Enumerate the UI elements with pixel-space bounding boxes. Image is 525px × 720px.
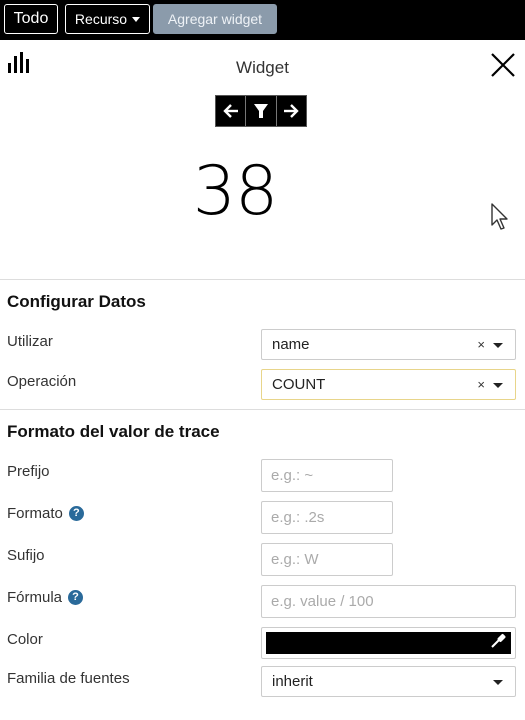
all-button-label: Todo [13,10,49,27]
font-family-value: inherit [272,673,313,690]
format-input[interactable] [261,501,393,534]
format-label: Formato [7,505,63,522]
suffix-label: Sufijo [7,547,45,564]
next-button[interactable] [277,96,306,126]
clear-icon[interactable]: × [477,337,485,352]
chevron-down-icon[interactable] [493,680,503,685]
use-select[interactable]: name × [261,329,516,360]
resource-dropdown-button[interactable]: Recurso [65,4,150,34]
top-toolbar: Todo Recurso Agregar widget [0,0,525,40]
widget-title: Widget [236,58,289,77]
formula-label: Fórmula [7,589,63,606]
divider [0,279,525,280]
close-icon[interactable] [489,51,517,79]
help-icon[interactable]: ? [68,590,84,605]
formula-input[interactable] [261,585,516,618]
all-button[interactable]: Todo [4,4,58,34]
font-family-select[interactable]: inherit [261,666,516,697]
font-family-label: Familia de fuentes [7,670,130,687]
cursor-icon [491,203,508,230]
color-label: Color [7,631,43,648]
widget-nav-group [215,95,307,127]
arrow-right-icon [284,104,300,118]
operation-select-value: COUNT [272,376,326,393]
previous-button[interactable] [216,96,247,126]
caret-down-icon [132,16,141,22]
add-widget-button[interactable]: Agregar widget [153,4,277,34]
operation-label: Operación [7,373,77,390]
widget-value: 38 [192,152,279,231]
eyedropper-icon[interactable] [489,632,507,650]
operation-select[interactable]: COUNT × [261,369,516,400]
help-icon[interactable]: ? [68,506,84,521]
color-picker[interactable] [261,627,516,659]
chevron-down-icon[interactable] [493,343,503,348]
use-select-value: name [272,336,310,353]
prefix-label: Prefijo [7,463,50,480]
config-section-title: Configurar Datos [7,292,146,311]
suffix-input[interactable] [261,543,393,576]
filter-icon [253,104,268,118]
prefix-input[interactable] [261,459,393,492]
color-swatch[interactable] [266,632,511,654]
filter-button[interactable] [246,96,277,126]
divider [0,409,525,410]
format-label-row: Formato ? [7,505,84,522]
clear-icon[interactable]: × [477,377,485,392]
arrow-left-icon [222,104,238,118]
add-widget-label: Agregar widget [167,11,263,27]
resource-button-label: Recurso [74,11,128,27]
use-label: Utilizar [7,333,53,350]
formula-label-row: Fórmula ? [7,589,84,606]
chevron-down-icon[interactable] [493,383,503,388]
format-section-title: Formato del valor de trace [7,422,220,441]
